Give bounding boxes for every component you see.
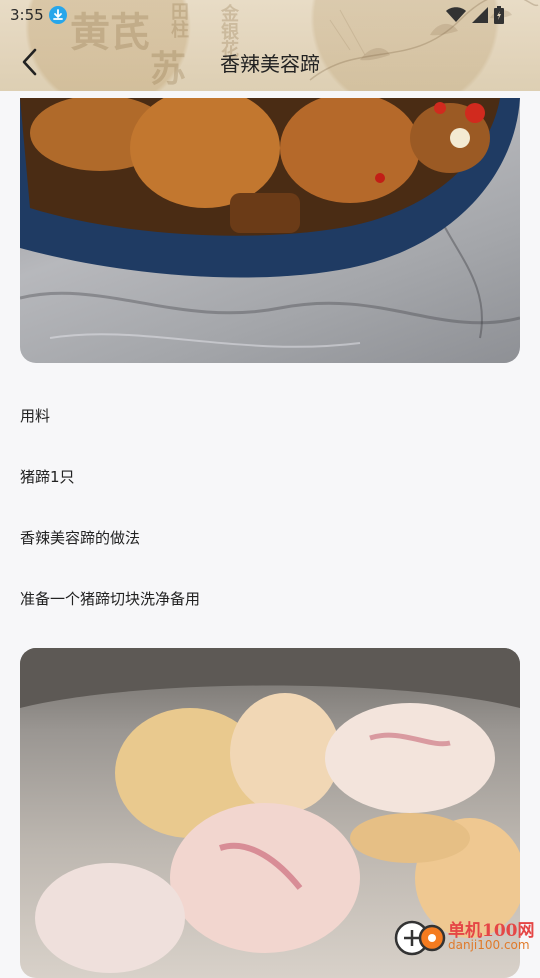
ingredient-line: 猪蹄1只 [20, 468, 75, 486]
dish-photo-top [20, 98, 520, 363]
battery-icon [494, 6, 504, 24]
nav-bar: 香辣美容蹄 [0, 36, 540, 86]
watermark-logo: 单机100网 danji100.com [390, 914, 540, 960]
header: 黄芪 苏 金银花 田柱 3:55 香辣美容蹄 [0, 0, 540, 91]
ingredients-heading: 用料 [20, 407, 51, 425]
gamepad-icon [394, 920, 446, 956]
wifi-icon [446, 7, 466, 22]
method-heading: 香辣美容蹄的做法 [20, 529, 141, 547]
watermark-url: danji100.com [448, 938, 530, 952]
signal-icon [472, 7, 488, 23]
status-time: 3:55 [10, 6, 44, 24]
status-icons [446, 6, 504, 24]
step-text: 准备一个猪蹄切块洗净备用 [20, 590, 201, 608]
download-icon [49, 6, 67, 24]
page-title: 香辣美容蹄 [220, 52, 320, 76]
status-bar: 3:55 [0, 0, 540, 30]
